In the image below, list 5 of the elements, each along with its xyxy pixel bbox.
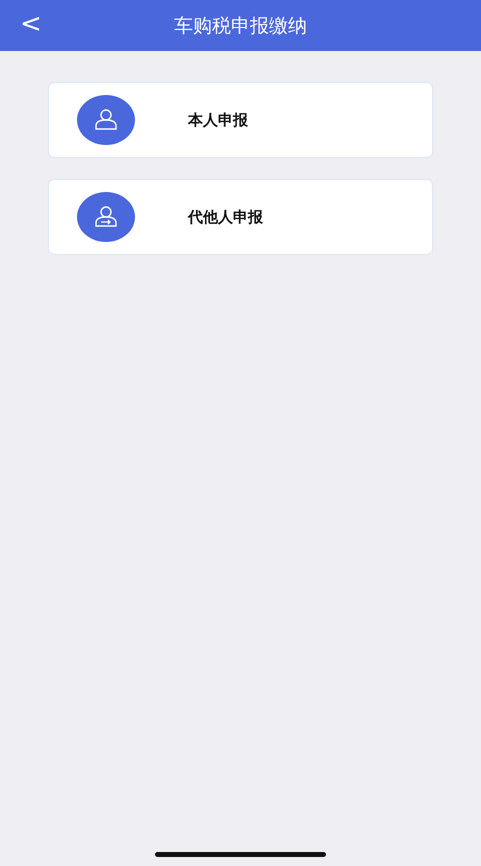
page-title: 车购税申报缴纳: [174, 14, 307, 36]
back-button[interactable]: <: [0, 6, 48, 46]
person-icon: [77, 95, 135, 145]
option-card[interactable]: 本人申报: [48, 82, 433, 158]
option-card[interactable]: 代他人申报: [48, 179, 433, 255]
